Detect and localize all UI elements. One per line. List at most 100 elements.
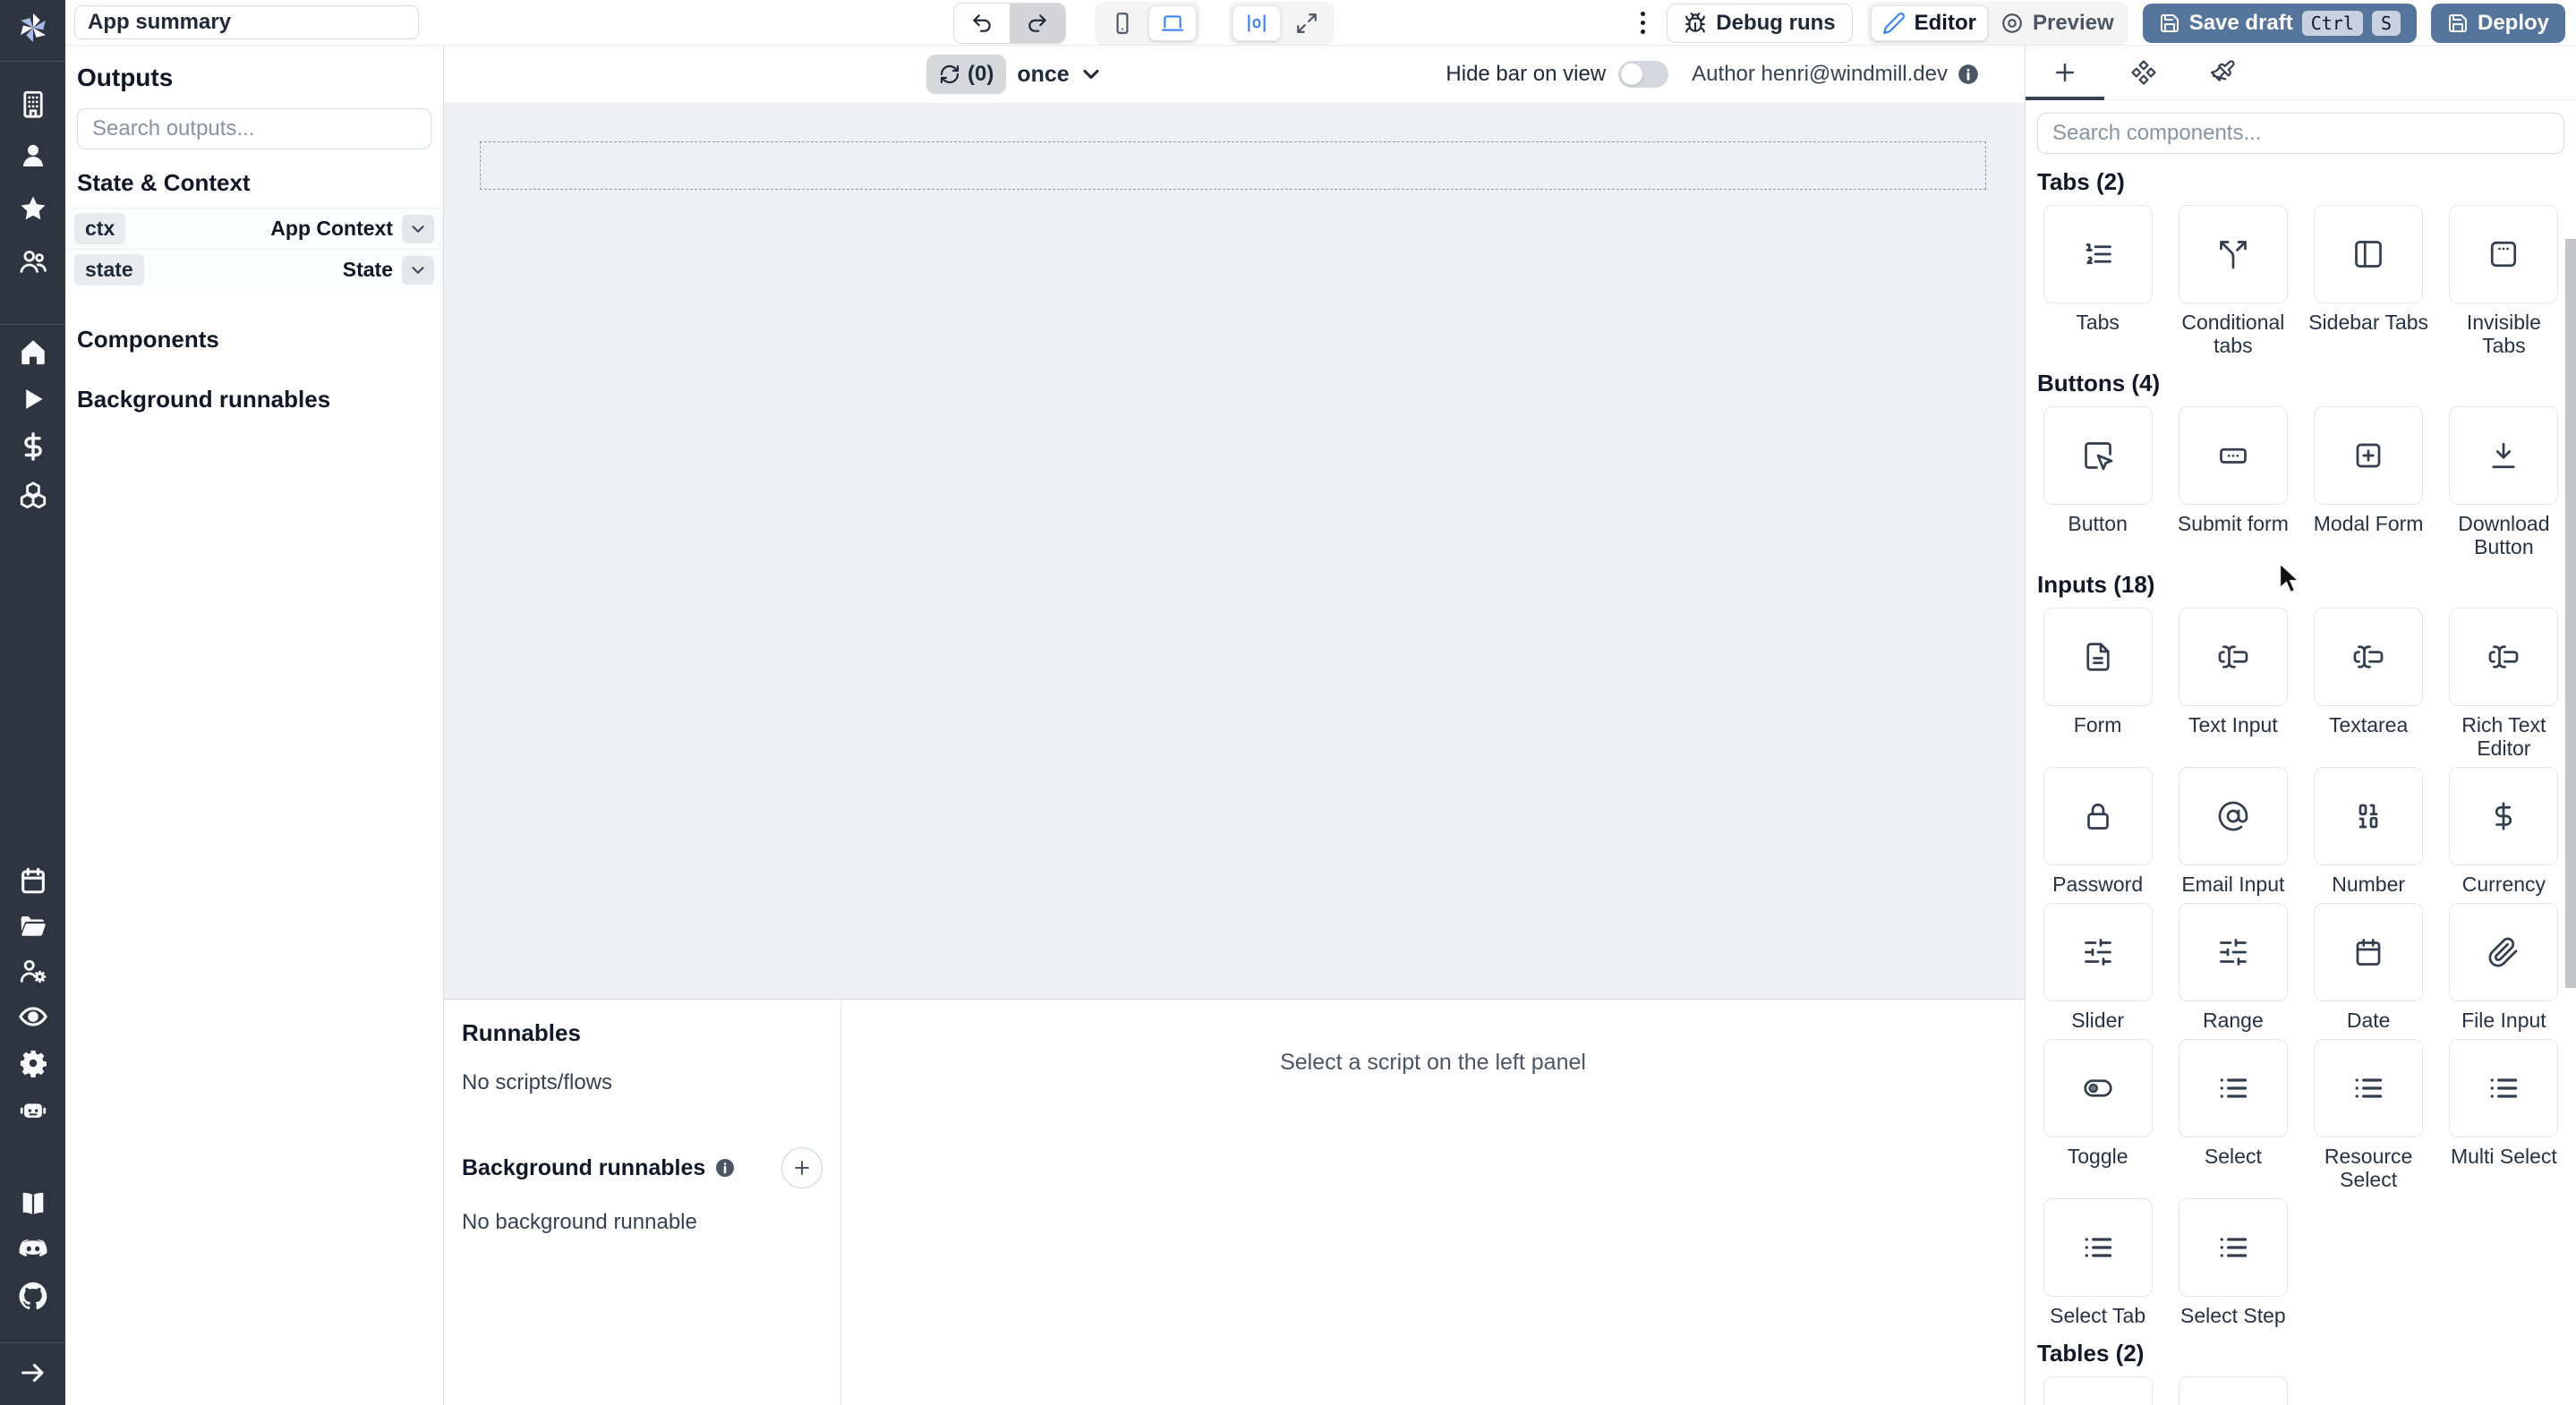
fullscreen-button[interactable] [1283, 5, 1331, 41]
tab-components-settings[interactable] [2104, 46, 2183, 99]
bot-icon[interactable] [17, 1093, 49, 1125]
center-layout-button[interactable] [1233, 4, 1281, 41]
component-tile-label: Modal Form [2313, 512, 2424, 535]
table-component-button[interactable] [2043, 1376, 2153, 1405]
info-icon[interactable] [714, 1157, 736, 1179]
state-expand-button[interactable] [402, 255, 434, 285]
Date-component-button[interactable] [2314, 903, 2424, 1001]
ctx-output-row[interactable]: ctx App Context [65, 208, 443, 249]
component-tile-label: Conditional tabs [2181, 311, 2285, 357]
mobile-view-button[interactable] [1098, 5, 1147, 41]
search-outputs-input[interactable] [77, 108, 431, 149]
Currency-component-button[interactable] [2449, 767, 2559, 865]
Select-component-button[interactable] [2178, 1039, 2288, 1137]
tab-insert-component[interactable] [2026, 46, 2104, 100]
search-components-input[interactable] [2037, 113, 2564, 154]
frequency-dropdown[interactable]: once [1017, 62, 1103, 88]
redo-button[interactable] [1010, 3, 1065, 43]
section-title: Tables (2) [2037, 1340, 2145, 1367]
Email Input-component-button[interactable] [2178, 767, 2288, 865]
maximize-icon [1297, 13, 1317, 33]
editor-tab[interactable]: Editor [1870, 4, 1988, 41]
undo-redo-group [953, 2, 1066, 44]
windmill-logo-icon[interactable] [13, 8, 53, 47]
pointer-square-icon [2082, 439, 2114, 472]
component-tile: Textarea [2308, 608, 2429, 760]
section-title: Tabs (2) [2037, 168, 2125, 195]
debug-runs-button[interactable]: Debug runs [1667, 3, 1853, 43]
Resource Select-component-button[interactable] [2314, 1039, 2424, 1137]
Conditional tabs-component-button[interactable] [2178, 205, 2288, 303]
app-summary-input[interactable] [74, 5, 419, 39]
Invisible Tabs-component-button[interactable] [2449, 205, 2559, 303]
refresh-count-button[interactable]: (0) [926, 55, 1007, 94]
component-tile: Slider [2037, 903, 2158, 1032]
Select Tab-component-button[interactable] [2043, 1198, 2153, 1297]
Select Step-component-button[interactable] [2178, 1198, 2288, 1297]
component-tile-label: Number [2332, 873, 2406, 896]
app-canvas[interactable] [444, 103, 2025, 999]
Multi Select-component-button[interactable] [2449, 1039, 2559, 1137]
play-icon[interactable] [17, 383, 49, 415]
home-icon[interactable] [17, 336, 49, 368]
Toggle-component-button[interactable] [2043, 1039, 2153, 1137]
Password-component-button[interactable] [2043, 767, 2153, 865]
star-icon[interactable] [17, 192, 49, 225]
Rich Text Editor-component-button[interactable] [2449, 608, 2559, 706]
Textarea-component-button[interactable] [2314, 608, 2424, 706]
more-menu-button[interactable] [1633, 5, 1652, 41]
hide-bar-toggle[interactable] [1618, 61, 1669, 88]
header-actions: Debug runs Editor Preview Save draft Ctr… [1633, 0, 2565, 46]
Submit form-component-button[interactable] [2178, 406, 2288, 505]
Sidebar Tabs-component-button[interactable] [2314, 205, 2424, 303]
building-icon[interactable] [17, 88, 49, 120]
calendar-icon[interactable] [17, 864, 49, 897]
Range-component-button[interactable] [2178, 903, 2288, 1001]
dollar-icon[interactable] [17, 430, 49, 463]
background-runnables-heading: Background runnables [462, 1154, 706, 1180]
component-tile-label: Range [2202, 1009, 2264, 1032]
outputs-panel: Outputs State & Context ctx App Context … [65, 46, 444, 1405]
github-icon[interactable] [17, 1280, 49, 1312]
user-icon[interactable] [17, 140, 49, 172]
deploy-button[interactable]: Deploy [2430, 3, 2565, 43]
component-tile: Multi Select [2444, 1039, 2564, 1191]
empty-drop-zone[interactable] [480, 141, 1986, 190]
add-background-runnable-button[interactable] [781, 1147, 823, 1188]
gear-icon[interactable] [17, 1047, 49, 1079]
user-group-icon[interactable] [17, 245, 49, 277]
deploy-save-icon [2448, 13, 2467, 32]
eye-icon[interactable] [17, 1001, 49, 1033]
Slider-component-button[interactable] [2043, 903, 2153, 1001]
folder-open-icon[interactable] [17, 910, 49, 942]
ctx-expand-button[interactable] [402, 214, 434, 243]
tab-styling[interactable] [2183, 46, 2262, 99]
component-tile-label: Select Step [2180, 1304, 2286, 1327]
Number-component-button[interactable] [2314, 767, 2424, 865]
table-component-button[interactable] [2178, 1376, 2288, 1405]
text-cursor-icon [2487, 641, 2520, 673]
runnables-title: Runnables [462, 1019, 581, 1046]
discord-icon[interactable] [17, 1234, 49, 1266]
Button-component-button[interactable] [2043, 406, 2153, 505]
Download Button-component-button[interactable] [2449, 406, 2559, 505]
preview-eye-icon [2002, 13, 2022, 33]
save-draft-button[interactable]: Save draft Ctrl S [2142, 3, 2417, 43]
book-open-icon[interactable] [17, 1188, 49, 1220]
component-tile: Text Input [2172, 608, 2293, 760]
Form-component-button[interactable] [2043, 608, 2153, 706]
Modal Form-component-button[interactable] [2314, 406, 2424, 505]
Text Input-component-button[interactable] [2178, 608, 2288, 706]
state-output-row[interactable]: state State [65, 249, 443, 290]
users-gear-icon[interactable] [17, 955, 49, 987]
undo-button[interactable] [954, 3, 1010, 43]
arrow-right-icon[interactable] [17, 1357, 49, 1389]
panel-scrollbar-thumb[interactable] [2565, 239, 2576, 988]
preview-tab[interactable]: Preview [1990, 5, 2125, 41]
boxes-icon[interactable] [17, 480, 49, 512]
Tabs-component-button[interactable] [2043, 205, 2153, 303]
desktop-view-button[interactable] [1148, 4, 1197, 41]
info-icon[interactable] [1957, 63, 1980, 86]
File Input-component-button[interactable] [2449, 903, 2559, 1001]
component-tile-label: Date [2346, 1009, 2391, 1032]
